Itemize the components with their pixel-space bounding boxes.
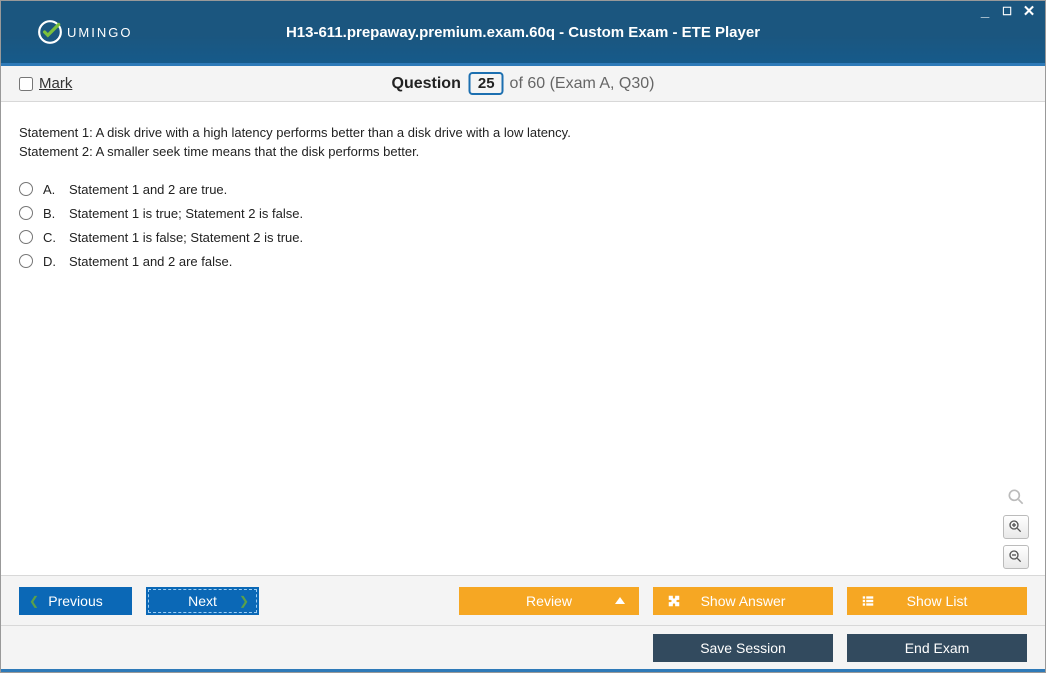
statement-2: Statement 2: A smaller seek time means t… bbox=[19, 143, 1027, 162]
puzzle-icon bbox=[667, 594, 681, 608]
answer-options: A. Statement 1 and 2 are true. B. Statem… bbox=[19, 182, 1027, 269]
question-content: Statement 1: A disk drive with a high la… bbox=[1, 102, 1045, 575]
end-exam-button[interactable]: End Exam bbox=[847, 634, 1027, 662]
option-a[interactable]: A. Statement 1 and 2 are true. bbox=[19, 182, 1027, 197]
option-a-radio[interactable] bbox=[19, 182, 33, 196]
option-c[interactable]: C. Statement 1 is false; Statement 2 is … bbox=[19, 230, 1027, 245]
next-button[interactable]: Next ❯ bbox=[146, 587, 259, 615]
triangle-up-icon bbox=[615, 597, 625, 604]
title-bar: UMINGO H13-611.prepaway.premium.exam.60q… bbox=[1, 1, 1045, 63]
question-statements: Statement 1: A disk drive with a high la… bbox=[19, 124, 1027, 162]
window-controls: _ ☐ ✕ bbox=[977, 5, 1037, 19]
app-logo: UMINGO bbox=[37, 19, 132, 45]
zoom-out-button[interactable] bbox=[1003, 545, 1029, 569]
previous-button[interactable]: ❮ Previous bbox=[19, 587, 132, 615]
option-d-radio[interactable] bbox=[19, 254, 33, 268]
option-text: Statement 1 is true; Statement 2 is fals… bbox=[69, 206, 303, 221]
next-label: Next bbox=[188, 593, 217, 609]
statement-1: Statement 1: A disk drive with a high la… bbox=[19, 124, 1027, 143]
question-header: Mark Question 25 of 60 (Exam A, Q30) bbox=[1, 66, 1045, 102]
footer-separator bbox=[1, 669, 1045, 672]
maximize-button[interactable]: ☐ bbox=[999, 5, 1015, 19]
close-button[interactable]: ✕ bbox=[1021, 5, 1037, 19]
checkmark-circle-icon bbox=[37, 19, 63, 45]
option-letter: D. bbox=[43, 254, 59, 269]
review-button[interactable]: Review bbox=[459, 587, 639, 615]
end-exam-label: End Exam bbox=[905, 640, 970, 656]
session-bar: Save Session End Exam bbox=[1, 625, 1045, 669]
chevron-left-icon: ❮ bbox=[29, 594, 39, 608]
option-letter: C. bbox=[43, 230, 59, 245]
minimize-button[interactable]: _ bbox=[977, 5, 993, 19]
app-window: UMINGO H13-611.prepaway.premium.exam.60q… bbox=[0, 0, 1046, 673]
zoom-in-button[interactable] bbox=[1003, 515, 1029, 539]
total-questions-text: of 60 (Exam A, Q30) bbox=[510, 75, 655, 93]
window-title: H13-611.prepaway.premium.exam.60q - Cust… bbox=[286, 24, 760, 41]
option-letter: B. bbox=[43, 206, 59, 221]
show-list-button[interactable]: Show List bbox=[847, 587, 1027, 615]
previous-label: Previous bbox=[48, 593, 102, 609]
navigation-bar: ❮ Previous Next ❯ Review Show Answer Sho… bbox=[1, 575, 1045, 625]
current-question-number: 25 bbox=[469, 72, 504, 95]
list-icon bbox=[861, 594, 875, 608]
question-position: Question 25 of 60 (Exam A, Q30) bbox=[392, 72, 655, 95]
option-b-radio[interactable] bbox=[19, 206, 33, 220]
option-letter: A. bbox=[43, 182, 59, 197]
option-b[interactable]: B. Statement 1 is true; Statement 2 is f… bbox=[19, 206, 1027, 221]
show-answer-label: Show Answer bbox=[701, 593, 786, 609]
question-word: Question bbox=[392, 75, 461, 93]
option-d[interactable]: D. Statement 1 and 2 are false. bbox=[19, 254, 1027, 269]
save-session-button[interactable]: Save Session bbox=[653, 634, 833, 662]
show-answer-button[interactable]: Show Answer bbox=[653, 587, 833, 615]
mark-checkbox-wrap[interactable]: Mark bbox=[19, 75, 72, 92]
review-label: Review bbox=[526, 593, 572, 609]
option-text: Statement 1 is false; Statement 2 is tru… bbox=[69, 230, 303, 245]
option-text: Statement 1 and 2 are false. bbox=[69, 254, 232, 269]
save-session-label: Save Session bbox=[700, 640, 786, 656]
mark-label[interactable]: Mark bbox=[39, 75, 72, 92]
option-c-radio[interactable] bbox=[19, 230, 33, 244]
mark-checkbox[interactable] bbox=[19, 77, 33, 91]
show-list-label: Show List bbox=[907, 593, 968, 609]
logo-text: UMINGO bbox=[67, 25, 132, 40]
option-text: Statement 1 and 2 are true. bbox=[69, 182, 227, 197]
zoom-tools bbox=[1003, 485, 1029, 569]
magnifier-icon[interactable] bbox=[1004, 485, 1028, 509]
chevron-right-icon: ❯ bbox=[239, 594, 249, 608]
